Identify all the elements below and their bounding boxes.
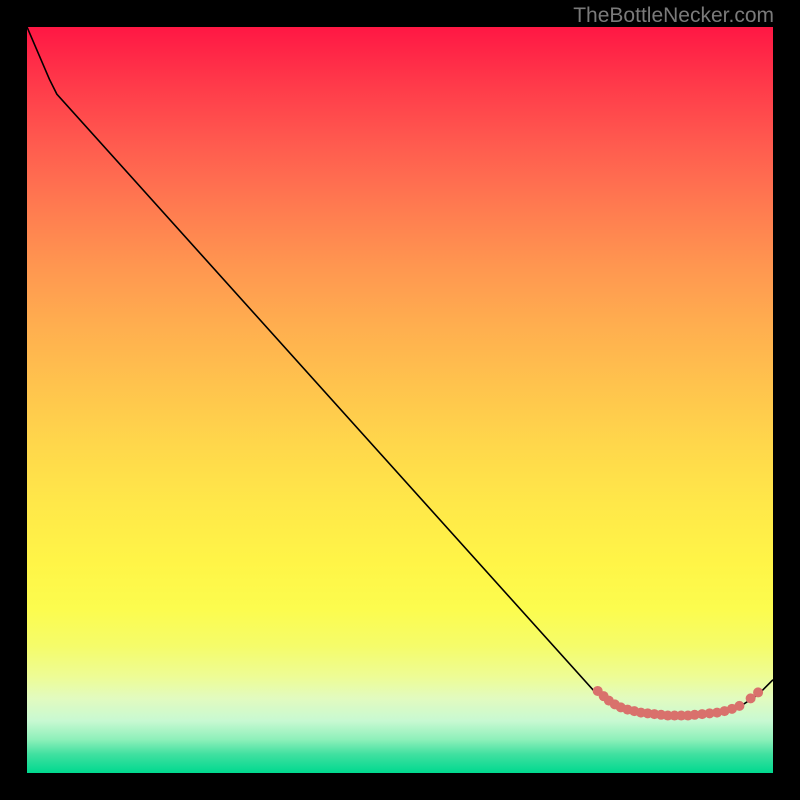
data-point xyxy=(753,687,763,697)
watermark-text: TheBottleNecker.com xyxy=(573,4,774,28)
chart-svg xyxy=(27,27,773,773)
bottleneck-curve xyxy=(27,27,773,716)
data-point xyxy=(734,701,744,711)
